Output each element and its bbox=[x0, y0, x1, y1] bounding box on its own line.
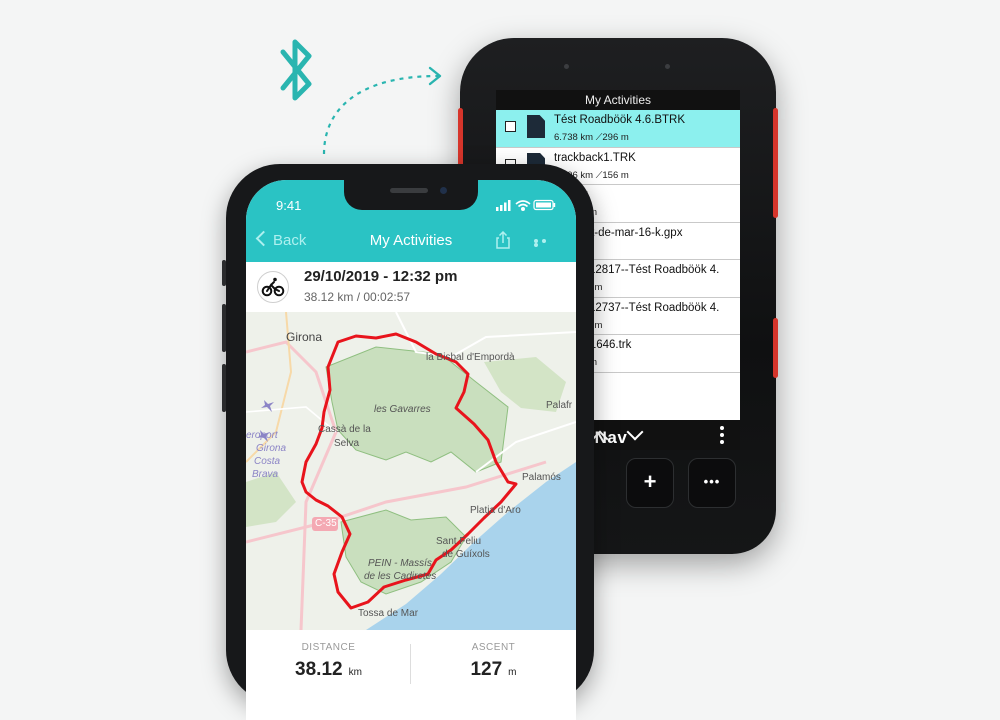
phone-notch bbox=[344, 180, 478, 210]
activity-header: 29/10/2019 - 12:32 pm 38.12 km / 00:02:5… bbox=[246, 262, 576, 313]
status-time: 9:41 bbox=[276, 198, 302, 213]
sensor-dot bbox=[564, 64, 569, 69]
map-label: de Guíxols bbox=[442, 549, 490, 560]
side-rail-right bbox=[773, 108, 778, 218]
route-map[interactable]: Girona la Bisbal d'Empordà les Gavarres … bbox=[246, 311, 576, 631]
smartphone: 9:41 Back My Activities 29/10/2019 - 12:… bbox=[222, 164, 594, 720]
map-label: Brava bbox=[252, 469, 279, 480]
stat-label: ASCENT bbox=[471, 642, 516, 653]
activity-name: trackback1.TRK bbox=[554, 151, 636, 164]
activity-summary: 38.12 km / 00:02:57 bbox=[304, 290, 411, 304]
more-options-icon[interactable] bbox=[534, 239, 556, 247]
share-icon[interactable] bbox=[494, 231, 512, 249]
map-label: Costa bbox=[254, 456, 281, 467]
stat-distance: DISTANCE 38.12 km bbox=[246, 642, 411, 681]
track-file-icon bbox=[527, 115, 545, 138]
side-rail-right-lower bbox=[773, 318, 778, 378]
map-label: Girona bbox=[256, 443, 287, 454]
status-icons bbox=[496, 199, 556, 211]
map-label: Palamós bbox=[522, 472, 561, 483]
cycling-icon bbox=[257, 271, 289, 303]
map-label: les Gavarres bbox=[374, 404, 431, 415]
hardware-plus-button[interactable]: + bbox=[626, 458, 674, 508]
sensor-dot bbox=[665, 64, 670, 69]
phone-side-button bbox=[222, 364, 226, 412]
phone-screen: 9:41 Back My Activities 29/10/2019 - 12:… bbox=[246, 180, 576, 720]
gps-menu-icon[interactable] bbox=[720, 426, 724, 447]
stat-value: 38.12 km bbox=[295, 659, 362, 680]
map-label: Platja d'Aro bbox=[470, 505, 521, 516]
battery-icon bbox=[533, 199, 556, 211]
signal-icon bbox=[496, 200, 511, 211]
activity-stats: DISTANCE 38.12 km ASCENT 127 m bbox=[246, 630, 576, 720]
map-label: PEIN - Massís bbox=[368, 558, 432, 569]
map-label: C-35 bbox=[315, 518, 337, 529]
gps-screen-title: My Activities bbox=[496, 90, 740, 110]
page-title: My Activities bbox=[369, 232, 453, 249]
activity-date: 29/10/2019 - 12:32 pm bbox=[304, 268, 458, 285]
map-label: eroport bbox=[246, 430, 278, 441]
map-label: Cassà de la bbox=[318, 424, 371, 435]
stat-value: 127 m bbox=[470, 659, 517, 680]
phone-side-button bbox=[222, 304, 226, 352]
map-canvas bbox=[246, 311, 576, 631]
map-label: de les Cadiretes bbox=[364, 571, 437, 582]
activity-meta: 6.738 km ⟋296 m bbox=[554, 132, 629, 143]
map-label: la Bisbal d'Empordà bbox=[426, 352, 515, 363]
stat-label: DISTANCE bbox=[301, 642, 356, 653]
activity-name: Tést Roadböök 4.6.BTRK bbox=[554, 114, 686, 126]
map-label: Sant Feliu bbox=[436, 536, 482, 547]
stat-ascent: ASCENT 127 m bbox=[411, 642, 576, 681]
scroll-down-icon[interactable] bbox=[626, 423, 644, 441]
map-label: Girona bbox=[286, 330, 323, 344]
phone-side-button bbox=[222, 260, 226, 286]
row-checkbox[interactable] bbox=[505, 121, 516, 132]
gps-activity-row[interactable]: Tést Roadböök 4.6.BTRK 6.738 km ⟋296 m bbox=[496, 110, 740, 148]
map-label: Palafr bbox=[546, 400, 573, 411]
sync-arrow-icon bbox=[322, 66, 442, 155]
map-label: Selva bbox=[334, 438, 360, 449]
wifi-icon bbox=[515, 200, 531, 211]
map-label: Tossa de Mar bbox=[358, 608, 419, 619]
hardware-more-button[interactable]: ••• bbox=[688, 458, 736, 508]
